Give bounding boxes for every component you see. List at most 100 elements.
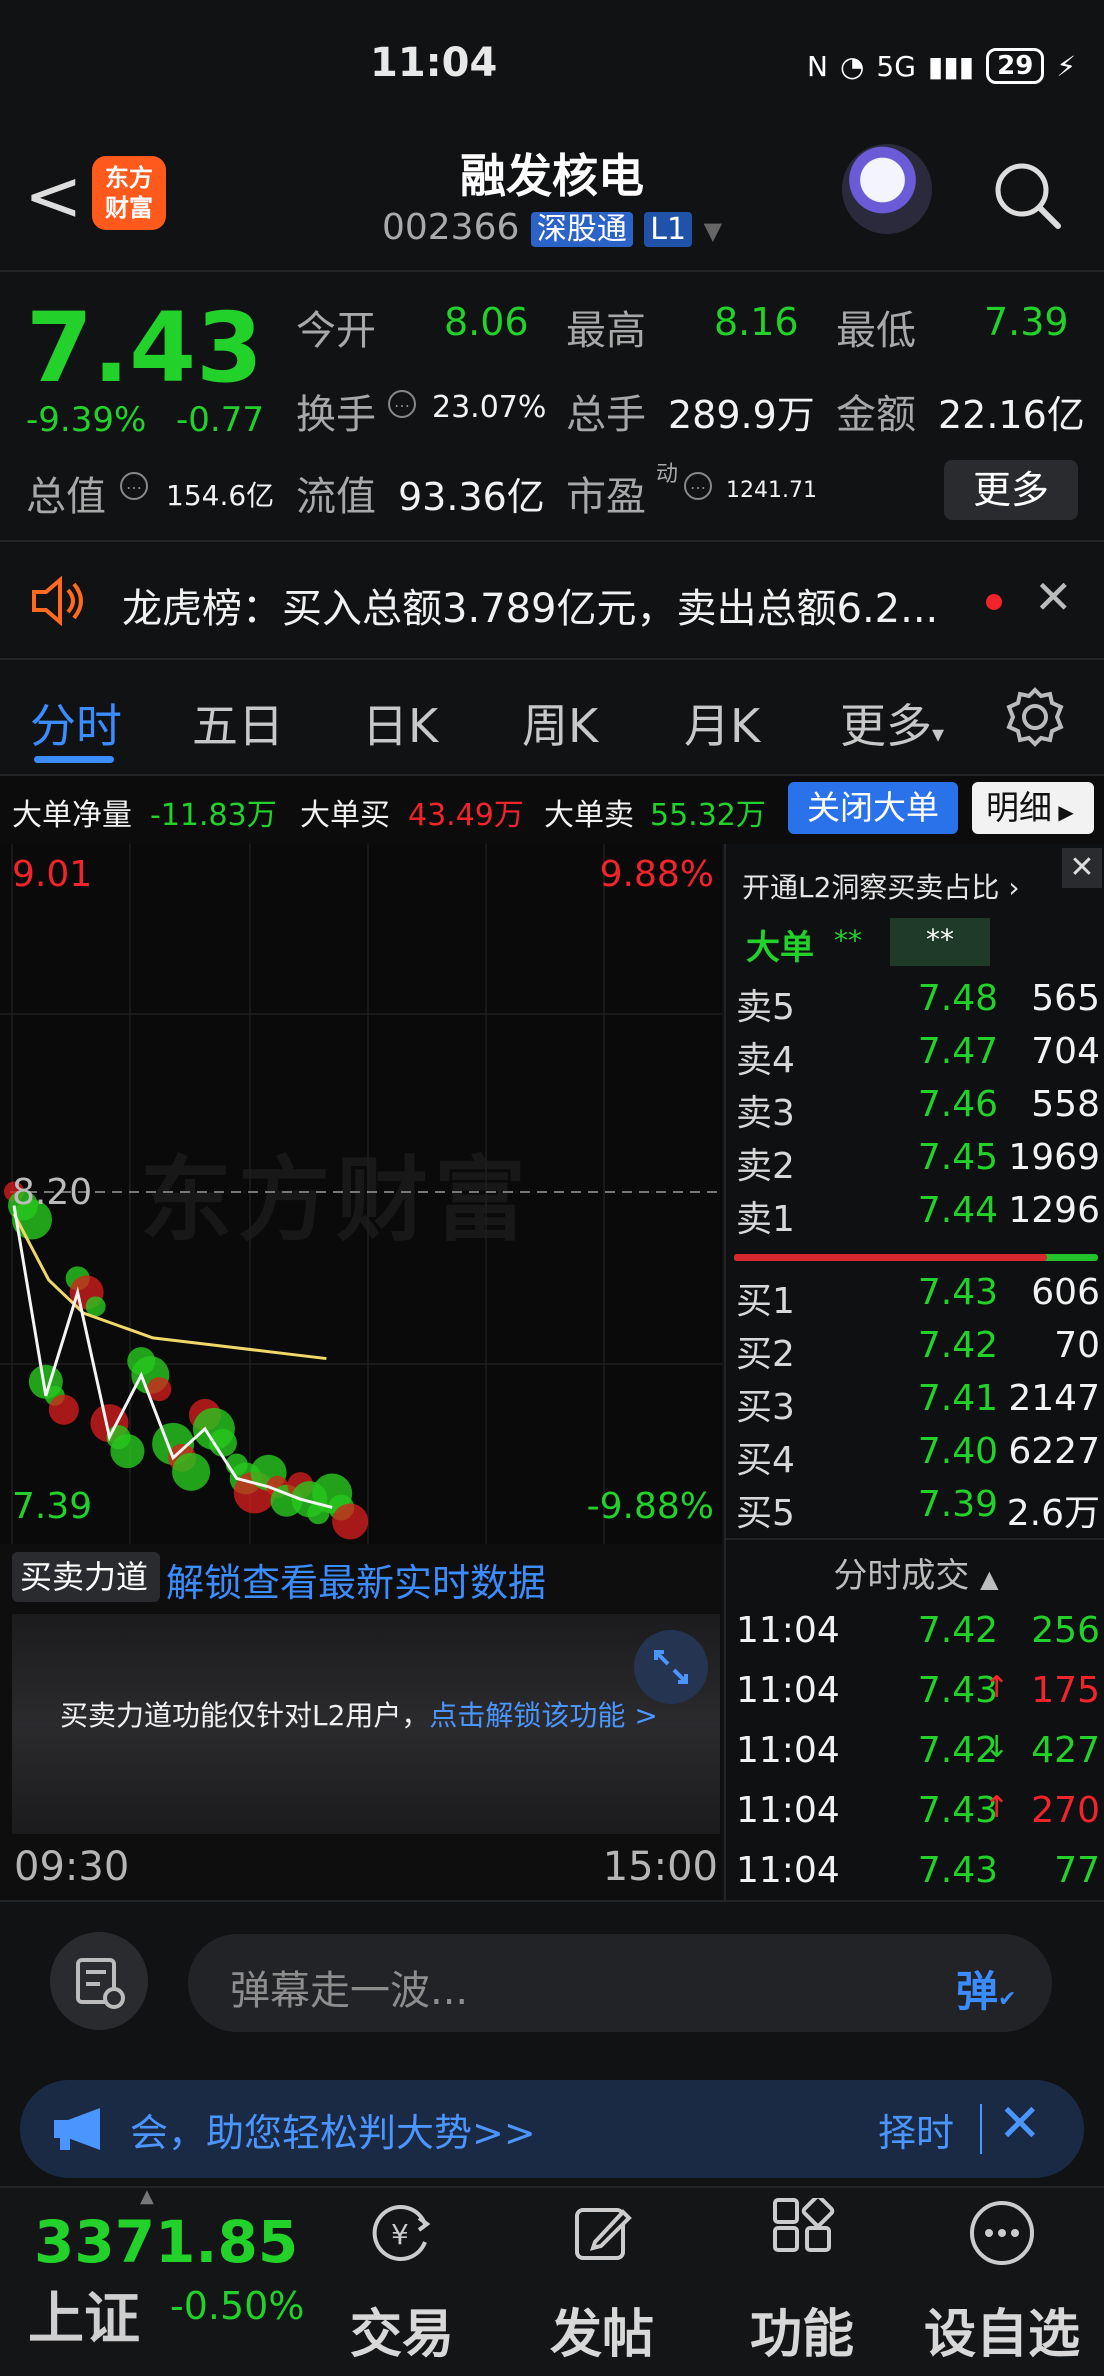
promo-text: 会，助您轻松判大势>> [130,2111,536,2155]
promo-action-button[interactable]: 择时 [878,2102,954,2157]
trade-price: 7.42 [917,1730,998,1771]
quote-panel: 7.43 -9.39% -0.77 今开 8.06 最高 8.16 最低 7.3… [0,270,1104,542]
big-order-val1: ** [834,924,862,957]
pct-max-label: 9.88% [599,854,714,895]
trade-bubble [332,1503,369,1540]
divider [726,1538,1104,1540]
signal-icon: ▮▮▮ [927,49,975,83]
divider [980,2104,982,2154]
trade-volume: 427 [1031,1730,1100,1771]
pe-info-icon[interactable]: … [684,472,712,500]
sell-level-2[interactable]: 卖2 7.45 1969 [726,1137,1104,1189]
grid-icon [773,2194,835,2252]
big-order-label: 大单 [746,928,814,968]
big-net-value: -11.83万 [150,798,277,833]
last-price: 7.43 [26,292,263,404]
signal-label: 5G [876,49,916,83]
level-volume: 1969 [1008,1137,1100,1178]
level-name: 卖3 [736,1093,795,1134]
unlock-realtime-link[interactable]: 解锁查看最新实时数据 [166,1552,546,1607]
pe-superscript: 动 [656,462,679,487]
chart-tabs: 分时 五日 日K 周K 月K 更多▾ [0,660,1104,776]
nav-functions-label: 功能 [749,2305,854,2365]
close-big-order-button[interactable]: 关闭大单 [788,782,958,834]
lock-message-text: 买卖力道功能仅针对L2用户， [60,1699,430,1732]
index-widget[interactable]: ▲ 3371.85 上证 -0.50% [0,2186,320,2376]
status-time: 11:04 [370,40,498,86]
gear-icon[interactable] [1004,686,1066,748]
close-icon[interactable]: ✕ [1062,848,1102,888]
level-volume: 6227 [1008,1431,1100,1472]
trade-bubble [172,1452,211,1491]
stock-name: 融发核电 [460,149,644,203]
nav-functions[interactable]: 功能 [722,2194,882,2367]
more-button[interactable]: 更多 [944,460,1078,520]
sell-level-5[interactable]: 卖5 7.48 565 [726,978,1104,1030]
danmaku-send-button[interactable]: 弹✔ [956,1958,1016,2019]
lock-message: 买卖力道功能仅针对L2用户，点击解锁该功能 > [60,1694,658,1734]
search-icon[interactable] [992,160,1062,230]
pe-value: 1241.71 [726,478,817,503]
level-volume: 565 [1031,978,1100,1019]
buy-level-5[interactable]: 买5 7.39 2.6万 [726,1484,1104,1536]
volume-label: 总手 [566,392,646,438]
danmaku-input[interactable]: 弹幕走一波... 弹✔ [188,1934,1052,2032]
trades-header[interactable]: 分时成交 ▲ [726,1548,1104,1597]
sell-level-1[interactable]: 卖1 7.44 1296 [726,1190,1104,1242]
mktcap-info-icon[interactable]: … [120,472,148,500]
expand-icon[interactable] [634,1630,708,1704]
news-ticker[interactable]: 龙虎榜：买入总额3.789亿元，卖出总额6.2... ✕ [0,542,1104,660]
sell-level-4[interactable]: 卖4 7.47 704 [726,1031,1104,1083]
big-buy-label: 大单买 [300,798,390,833]
level-volume: 704 [1031,1031,1100,1072]
buy-level-1[interactable]: 买1 7.43 606 [726,1272,1104,1324]
detail-button[interactable]: 明细 ▶ [972,782,1094,834]
promo-banner[interactable]: 会，助您轻松判大势>> 择时 ✕ [20,2080,1084,2178]
tab-underline [34,756,114,763]
buy-level-3[interactable]: 买3 7.41 2147 [726,1378,1104,1430]
turnover-info-icon[interactable]: … [388,390,416,418]
tab-monthly-k[interactable]: 月K [684,690,760,756]
level-price: 7.43 [917,1272,998,1313]
level-volume: 558 [1031,1084,1100,1125]
nav-add-watchlist[interactable]: 设自选 [922,2198,1082,2367]
chevron-right-icon: ▶ [1052,800,1074,824]
news-text[interactable]: 龙虎榜：买入总额3.789亿元，卖出总额6.2... [122,576,938,634]
tab-intraday[interactable]: 分时 [30,690,122,756]
speaker-icon [32,576,83,626]
pe-label: 市盈 [566,474,646,520]
trade-row: 11:04 7.42 256 [726,1610,1104,1666]
trade-time: 11:04 [736,1850,840,1891]
danmaku-settings-icon[interactable] [50,1932,148,2030]
buy-level-2[interactable]: 买2 7.42 70 [726,1325,1104,1377]
assistant-robot-icon[interactable] [842,144,932,234]
stock-code-row[interactable]: 002366 深股通 L1 ▼ [0,204,1104,248]
nav-post[interactable]: 发帖 [522,2198,682,2367]
danmaku-bar: 弹幕走一波... 弹✔ [0,1900,1104,2070]
battery-icon: 29 [986,48,1045,84]
close-icon[interactable]: ✕ [1034,570,1073,624]
buy-level-4[interactable]: 买4 7.40 6227 [726,1431,1104,1483]
trade-price: 7.43 [917,1790,998,1831]
y-max-label: 9.01 [12,854,93,895]
level-volume: 1296 [1008,1190,1100,1231]
megaphone-icon [54,2108,100,2150]
tab-five-day[interactable]: 五日 [192,690,284,756]
intraday-chart[interactable]: 东方财富 9.01 9.88% 8.20 7.39 -9.88% [0,844,722,1544]
caret-up-icon: ▲ [980,1565,999,1593]
pct-min-label: -9.88% [586,1486,714,1527]
index-name: 上证 [28,2287,140,2352]
indicator-selector[interactable]: 买卖力道 ▼ [12,1552,160,1647]
l2-promo-link[interactable]: 开通L2洞察买卖占比 › [742,866,1020,906]
float-label: 流值 [296,474,376,520]
sell-level-3[interactable]: 卖3 7.46 558 [726,1084,1104,1136]
level-name: 买3 [736,1387,795,1428]
nav-trade[interactable]: ¥ 交易 [322,2198,482,2367]
dropdown-icon: ▼ [703,217,723,245]
tab-weekly-k[interactable]: 周K [522,690,598,756]
pct-change: -9.39% [26,400,147,440]
close-icon[interactable]: ✕ [998,2094,1042,2154]
unlock-feature-link[interactable]: 点击解锁该功能 > [429,1699,657,1732]
tab-daily-k[interactable]: 日K [362,690,438,756]
tab-more[interactable]: 更多▾ [840,690,944,756]
